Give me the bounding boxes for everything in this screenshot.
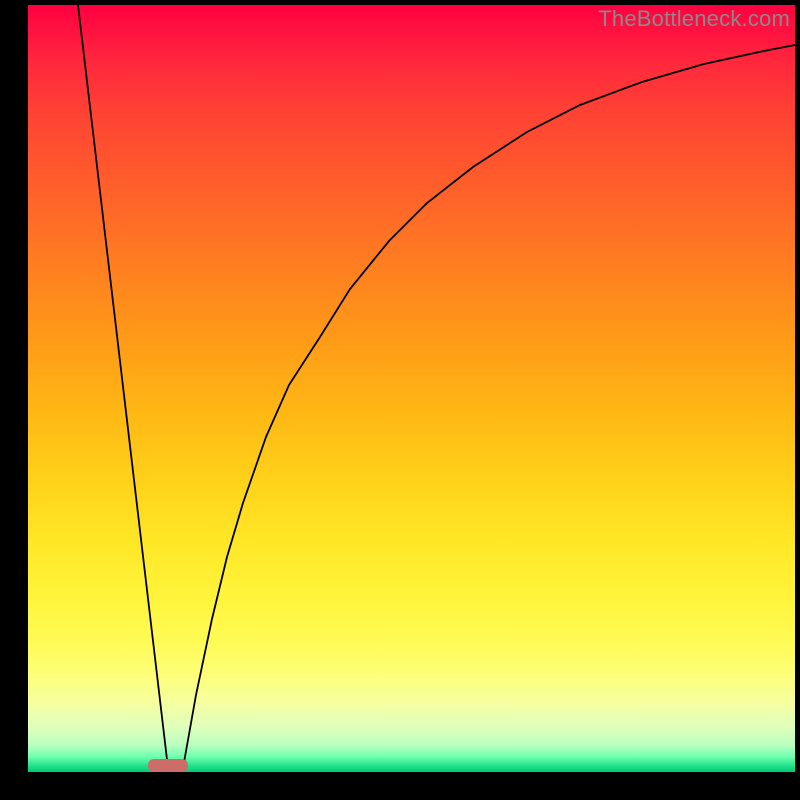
chart-container: TheBottleneck.com [0,0,800,800]
watermark-text: TheBottleneck.com [598,6,790,32]
curve-left-segment [78,5,168,768]
plot-area [28,5,795,772]
bottleneck-marker [148,759,188,772]
curve-right-segment [183,45,795,768]
bottleneck-curve [28,5,795,772]
